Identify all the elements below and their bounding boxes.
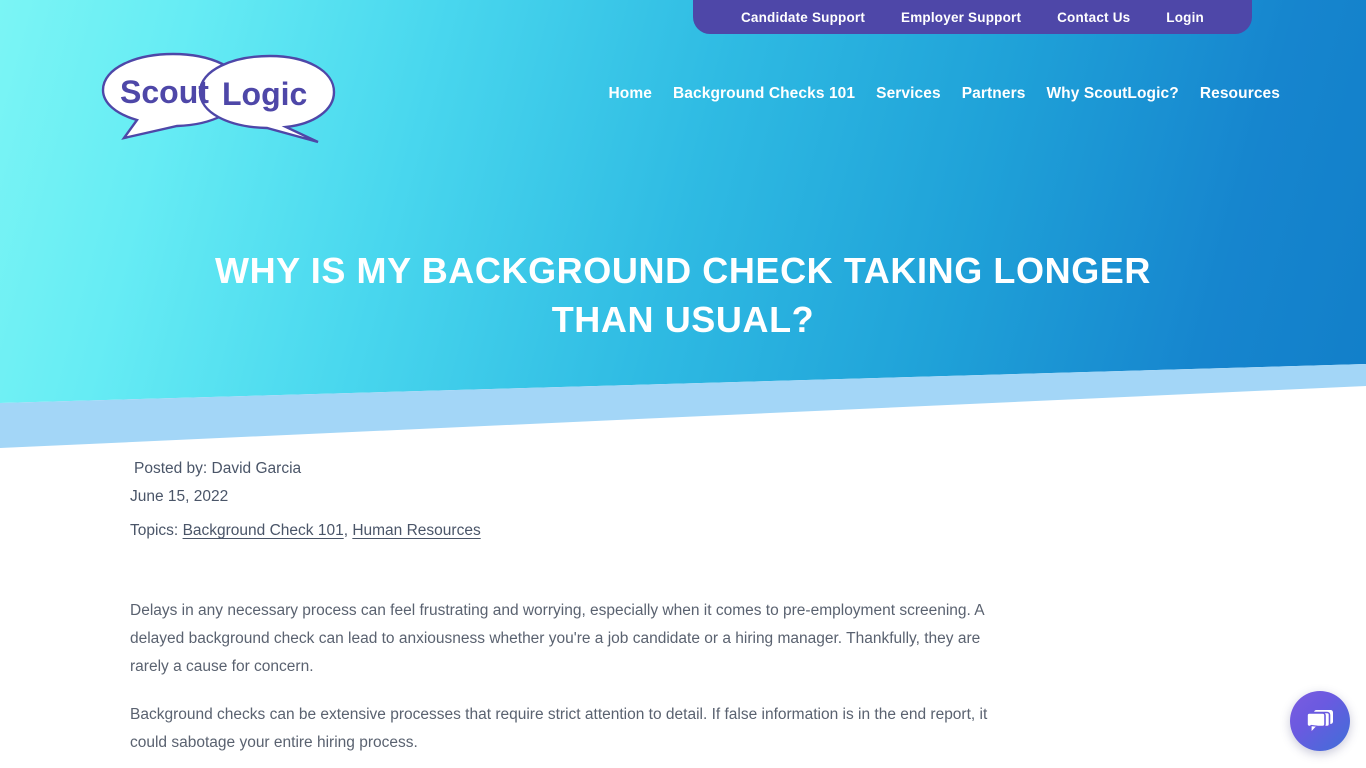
page-title: Why Is My Background Check Taking Longer… bbox=[214, 250, 1152, 340]
chat-widget-button[interactable] bbox=[1290, 691, 1350, 751]
article-date: June 15, 2022 bbox=[130, 488, 229, 505]
logo-text-scout: Scout bbox=[120, 74, 209, 110]
utility-link-employer-support[interactable]: Employer Support bbox=[901, 10, 1021, 25]
topic-link-human-resources[interactable]: Human Resources bbox=[352, 522, 480, 539]
article-topics: Topics: Background Check 101, Human Reso… bbox=[130, 517, 1010, 545]
nav-link-resources[interactable]: Resources bbox=[1200, 85, 1280, 103]
topics-label: Topics: bbox=[130, 522, 179, 539]
nav-link-home[interactable]: Home bbox=[609, 85, 652, 103]
article-container: Posted by: David Garcia June 15, 2022 To… bbox=[130, 455, 1010, 768]
topic-link-background-check-101[interactable]: Background Check 101 bbox=[183, 522, 344, 539]
main-navigation: Home Background Checks 101 Services Part… bbox=[600, 80, 1280, 108]
topics-separator: , bbox=[343, 522, 349, 539]
nav-link-services[interactable]: Services bbox=[876, 85, 941, 103]
utility-link-candidate-support[interactable]: Candidate Support bbox=[741, 10, 865, 25]
utility-link-contact-us[interactable]: Contact Us bbox=[1057, 10, 1130, 25]
chat-bubbles-icon bbox=[1306, 709, 1333, 733]
article-body: Delays in any necessary process can feel… bbox=[130, 597, 1010, 757]
nav-link-partners[interactable]: Partners bbox=[962, 85, 1026, 103]
page-root: Candidate Support Employer Support Conta… bbox=[0, 0, 1366, 768]
logo-text-logic: Logic bbox=[222, 76, 307, 112]
article-paragraph-2: Background checks can be extensive proce… bbox=[130, 706, 988, 751]
nav-link-background-checks-101[interactable]: Background Checks 101 bbox=[673, 85, 855, 103]
article-author: Posted by: David Garcia bbox=[134, 460, 302, 477]
article-paragraph-1: Delays in any necessary process can feel… bbox=[130, 602, 984, 675]
utility-bar: Candidate Support Employer Support Conta… bbox=[693, 0, 1252, 34]
site-logo[interactable]: Scout Logic bbox=[96, 46, 340, 146]
utility-link-login[interactable]: Login bbox=[1166, 10, 1204, 25]
nav-link-why-scoutlogic[interactable]: Why ScoutLogic? bbox=[1046, 85, 1178, 103]
